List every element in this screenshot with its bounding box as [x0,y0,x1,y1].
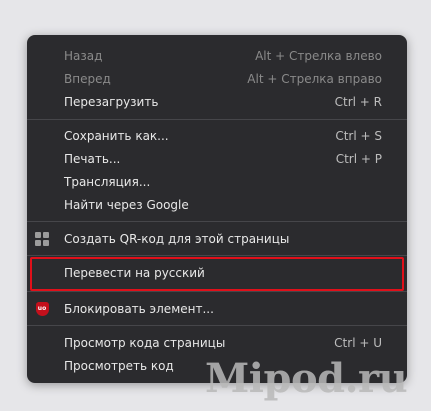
menu-item-label: Назад [64,48,103,63]
menu-separator [27,221,407,222]
menu-item-label: Вперед [64,71,111,86]
menu-item-shortcut: Ctrl + S [335,128,382,143]
menu-item-label: Перезагрузить [64,94,159,109]
menu-item-save-as[interactable]: Сохранить как... Ctrl + S [27,124,407,147]
menu-item-label: Трансляция... [64,174,151,189]
menu-item-label: Создать QR-код для этой страницы [64,231,290,246]
menu-item-label: Блокировать элемент... [64,301,214,316]
menu-separator [27,291,407,292]
menu-item-translate[interactable]: Перевести на русский [27,261,407,284]
menu-item-label: Печать... [64,151,121,166]
menu-separator [27,255,407,256]
qr-code-icon [35,231,49,246]
menu-item-forward[interactable]: Вперед Alt + Стрелка вправо [27,67,407,90]
menu-item-view-source[interactable]: Просмотр кода страницы Ctrl + U [27,331,407,354]
menu-item-shortcut: Ctrl + R [334,94,382,109]
menu-item-label: Перевести на русский [64,265,205,280]
menu-item-label: Просмотреть код [64,358,174,373]
menu-item-qr-code[interactable]: Создать QR-код для этой страницы [27,227,407,250]
menu-item-search-google[interactable]: Найти через Google [27,193,407,216]
menu-item-print[interactable]: Печать... Ctrl + P [27,147,407,170]
menu-item-block-element[interactable]: uo Блокировать элемент... [27,297,407,320]
menu-item-shortcut: Ctrl + U [334,335,382,350]
menu-item-shortcut: Alt + Стрелка вправо [247,71,382,86]
ublock-origin-icon: uo [35,301,49,316]
menu-item-shortcut: Ctrl + P [335,151,382,166]
menu-item-label: Найти через Google [64,197,189,212]
menu-item-label: Сохранить как... [64,128,169,143]
watermark: Mipod.ru [205,355,408,402]
menu-item-shortcut: Alt + Стрелка влево [255,48,382,63]
menu-item-reload[interactable]: Перезагрузить Ctrl + R [27,90,407,113]
menu-separator [27,119,407,120]
context-menu: Назад Alt + Стрелка влево Вперед Alt + С… [27,35,407,383]
menu-item-back[interactable]: Назад Alt + Стрелка влево [27,44,407,67]
menu-item-cast[interactable]: Трансляция... [27,170,407,193]
menu-separator [27,325,407,326]
menu-item-label: Просмотр кода страницы [64,335,226,350]
